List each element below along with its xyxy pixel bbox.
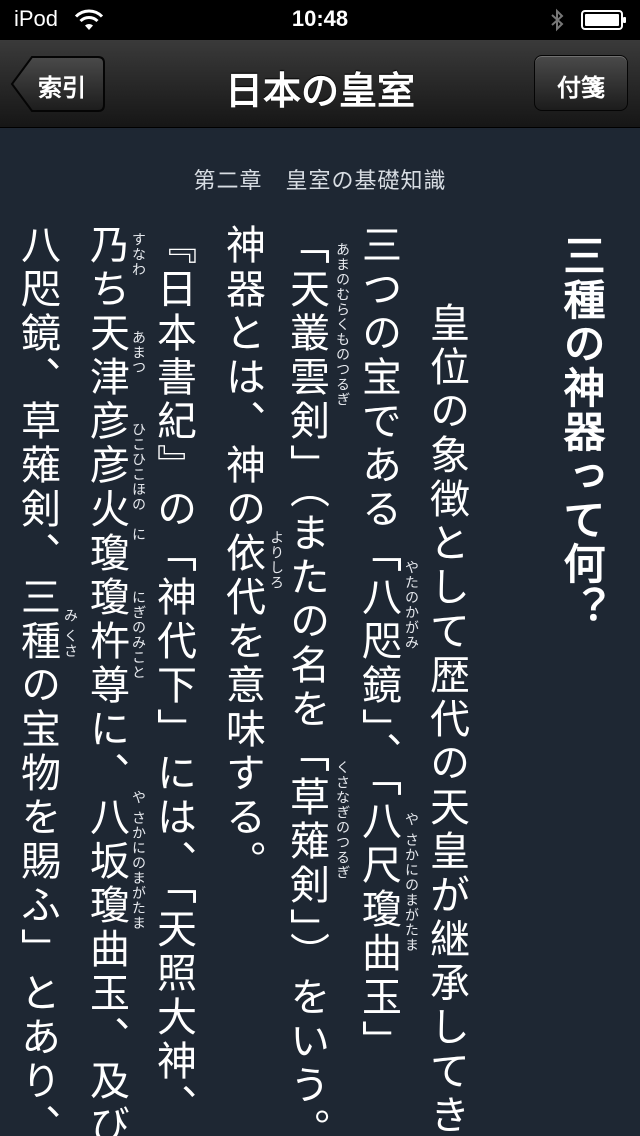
bookmark-button[interactable]: 付箋	[534, 55, 628, 111]
chapter-title: 第二章 皇室の基礎知識	[193, 169, 447, 194]
ruby-yasakani-2: や さかにのまがたま	[130, 790, 146, 931]
navigation-bar: 索引 日本の皇室 付箋	[0, 40, 640, 128]
bookmark-button-label: 付箋	[557, 74, 605, 102]
status-bar: iPod 10:48	[0, 0, 640, 40]
ruby-yasakani-1: や さかにのまがたま	[403, 812, 419, 953]
ruby-hikohikohono: ひこひこほの	[130, 422, 146, 512]
ruby-mikusa: み くさ	[62, 608, 78, 659]
ruby-ni: に	[130, 527, 146, 542]
section-heading: 三種の神器って何？	[557, 234, 606, 630]
ruby-kusanagi-1: くさなぎのつるぎ	[334, 760, 350, 880]
ruby-amenomurakumo: あまのむらくものつるぎ	[334, 242, 350, 407]
text-column-7: 八咫鏡、草薙剣、三種の宝物を賜ふ」とあり、	[14, 224, 60, 1136]
text-column-6: 乃ち天津彦彦火瓊瓊杵尊に、八坂瓊曲玉、及び	[83, 224, 129, 1136]
ruby-sunawa: すなわ	[130, 232, 146, 277]
battery-icon	[581, 10, 626, 30]
text-column-5: 『日本書紀』の「神代下」には、「天照大神、	[150, 224, 196, 1128]
text-column-1: 皇位の象徴として歴代の天皇が継承してきた	[423, 258, 469, 1136]
ruby-yorishiro: よりしろ	[268, 530, 284, 590]
text-column-2: 三つの宝である「八咫鏡」、「八尺瓊曲玉」	[355, 224, 401, 1064]
text-column-4: 神器とは、神の依代を意味する。	[219, 224, 265, 884]
text-column-3: 「天叢雲剣」（またの名を「草薙剣」）をいう。	[283, 224, 329, 1136]
ruby-amatsu: あまつ	[130, 330, 146, 375]
ruby-yatanokagami: やたのかがみ	[403, 560, 419, 650]
bluetooth-icon	[551, 8, 564, 32]
ruby-niginomikoto: にぎのみこと	[130, 590, 146, 680]
clock: 10:48	[291, 6, 349, 31]
